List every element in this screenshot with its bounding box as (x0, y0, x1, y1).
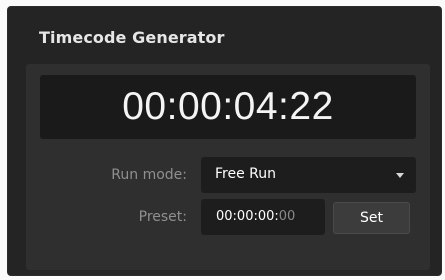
preset-label: Preset: (138, 209, 187, 225)
run-mode-value: Free Run (215, 166, 277, 182)
run-mode-label: Run mode: (111, 167, 187, 183)
preset-timecode-input[interactable]: 00:00:00:00 (201, 199, 325, 235)
set-button[interactable]: Set (333, 202, 410, 234)
panel-title: Timecode Generator (39, 28, 225, 47)
chevron-down-icon (396, 173, 404, 178)
timecode-display: 00:00:04:22 (40, 75, 416, 139)
preset-frames-value: 00 (278, 209, 296, 224)
preset-value: 00:00:00: (216, 209, 279, 224)
run-mode-dropdown[interactable]: Free Run (201, 157, 416, 193)
